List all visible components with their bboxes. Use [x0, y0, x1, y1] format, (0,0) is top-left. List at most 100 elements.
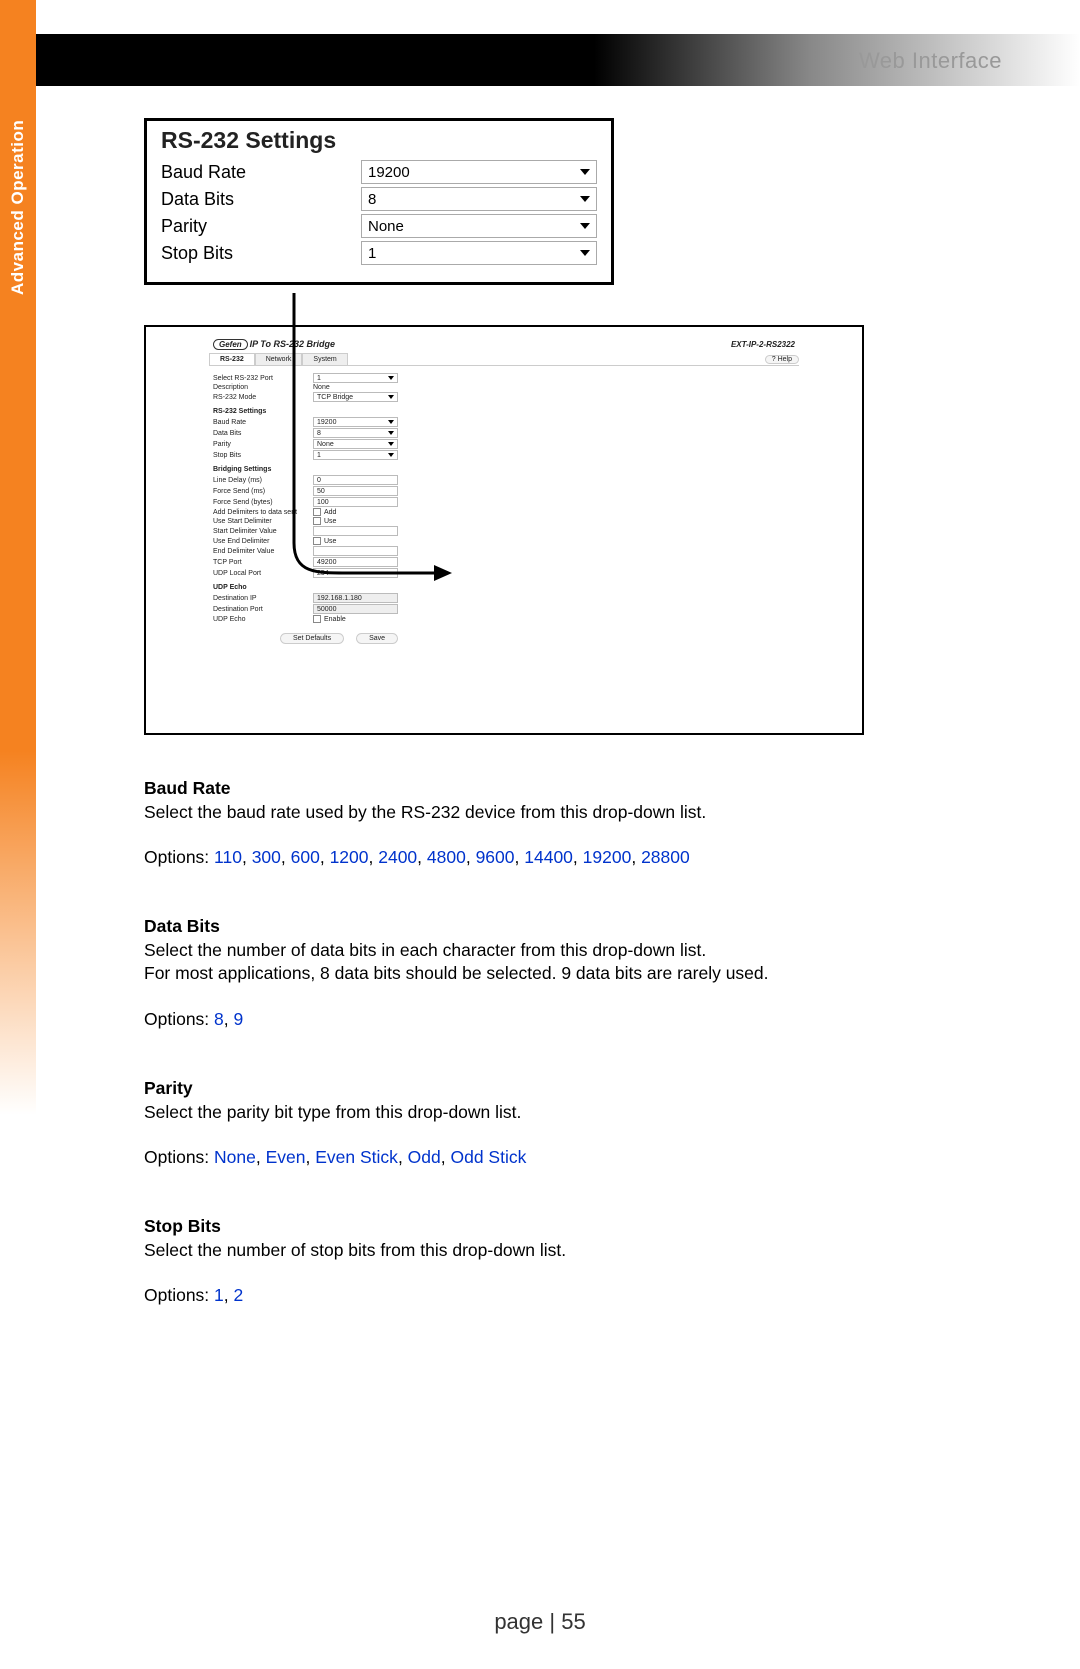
- detail-row-label: RS-232 Mode: [213, 394, 313, 401]
- detail-input[interactable]: 50: [313, 486, 398, 496]
- settings-row: Baud Rate19200: [161, 160, 597, 184]
- detail-dropdown[interactable]: TCP Bridge: [313, 392, 398, 402]
- detail-row: Data Bits8: [213, 428, 465, 438]
- detail-checkbox[interactable]: [313, 517, 321, 525]
- description-heading: Stop Bits: [144, 1215, 864, 1238]
- options-prefix: Options:: [144, 1147, 214, 1167]
- chevron-down-icon: [388, 420, 394, 424]
- detail-row-label: Destination Port: [213, 606, 313, 613]
- settings-row: ParityNone: [161, 214, 597, 238]
- detail-title: IP To RS-232 Bridge: [250, 339, 335, 349]
- description-block: Data BitsSelect the number of data bits …: [144, 915, 864, 1030]
- detail-row: Destination Port50000: [213, 604, 465, 614]
- description-options: Options: 1, 2: [144, 1284, 864, 1307]
- settings-dropdown[interactable]: 8: [361, 187, 597, 211]
- detail-checkbox[interactable]: [313, 508, 321, 516]
- option-separator: ,: [369, 847, 379, 867]
- settings-dropdown-value: 1: [368, 245, 376, 262]
- chevron-down-icon: [388, 453, 394, 457]
- detail-row: RS-232 ModeTCP Bridge: [213, 392, 465, 402]
- description-body: Select the parity bit type from this dro…: [144, 1101, 864, 1124]
- help-button[interactable]: ? Help: [765, 355, 799, 364]
- detail-input[interactable]: 100: [313, 497, 398, 507]
- option-value: 19200: [583, 847, 632, 867]
- detail-tab[interactable]: RS-232: [209, 353, 255, 365]
- option-separator: ,: [631, 847, 641, 867]
- detail-row: Force Send (bytes)100: [213, 497, 465, 507]
- option-separator: ,: [224, 1009, 234, 1029]
- description-heading: Data Bits: [144, 915, 864, 938]
- detail-row-label: Force Send (ms): [213, 488, 313, 495]
- option-value: Odd: [408, 1147, 441, 1167]
- content-area: RS-232 Settings Baud Rate19200Data Bits8…: [144, 118, 924, 1353]
- detail-model: EXT-IP-2-RS2322: [731, 340, 795, 349]
- settings-label: Data Bits: [161, 189, 361, 210]
- settings-dropdown[interactable]: None: [361, 214, 597, 238]
- chevron-down-icon: [580, 196, 590, 202]
- detail-row-label: Use Start Delimiter: [213, 518, 313, 525]
- chevron-down-icon: [580, 169, 590, 175]
- detail-row-label: Use End Delimiter: [213, 538, 313, 545]
- detail-button[interactable]: Set Defaults: [280, 633, 344, 644]
- chevron-down-icon: [388, 442, 394, 446]
- option-value: 1200: [330, 847, 369, 867]
- description-block: ParitySelect the parity bit type from th…: [144, 1077, 864, 1169]
- option-separator: ,: [398, 1147, 408, 1167]
- detail-row: DescriptionNone: [213, 384, 465, 391]
- option-separator: ,: [242, 847, 252, 867]
- page-header-title: Web Interface: [859, 48, 1002, 74]
- detail-input[interactable]: 0: [313, 475, 398, 485]
- detail-logo: Gefen: [213, 339, 248, 350]
- detail-checkbox-label: Use: [324, 518, 336, 525]
- detail-row: UDP EchoEnable: [213, 615, 465, 623]
- description-options: Options: None, Even, Even Stick, Odd, Od…: [144, 1146, 864, 1169]
- detail-udp-title: UDP Echo: [213, 584, 465, 591]
- detail-row: Stop Bits1: [213, 450, 465, 460]
- option-separator: ,: [417, 847, 427, 867]
- settings-label: Baud Rate: [161, 162, 361, 183]
- detail-screenshot-box: Gefen IP To RS-232 Bridge EXT-IP-2-RS232…: [144, 325, 864, 735]
- option-value: 4800: [427, 847, 466, 867]
- detail-checkbox[interactable]: [313, 615, 321, 623]
- detail-row-label: Parity: [213, 441, 313, 448]
- detail-checkbox-label: Add: [324, 509, 336, 516]
- detail-checkbox-label: Enable: [324, 616, 346, 623]
- detail-dropdown[interactable]: 1: [313, 373, 398, 383]
- description-block: Baud RateSelect the baud rate used by th…: [144, 777, 864, 869]
- option-value: 300: [252, 847, 281, 867]
- chevron-down-icon: [388, 376, 394, 380]
- detail-dropdown-value: 1: [317, 452, 321, 459]
- option-value: 2400: [378, 847, 417, 867]
- detail-row-label: Force Send (bytes): [213, 499, 313, 506]
- settings-dropdown-value: 8: [368, 191, 376, 208]
- detail-row-label: UDP Local Port: [213, 570, 313, 577]
- option-value: None: [214, 1147, 256, 1167]
- detail-input[interactable]: [313, 526, 398, 536]
- settings-dropdown-value: None: [368, 218, 404, 235]
- description-options: Options: 8, 9: [144, 1008, 864, 1031]
- page-footer: page | 55: [0, 1609, 1080, 1635]
- settings-dropdown[interactable]: 1: [361, 241, 597, 265]
- detail-tab[interactable]: Network: [255, 353, 303, 365]
- detail-dropdown[interactable]: None: [313, 439, 398, 449]
- detail-input[interactable]: 49200: [313, 557, 398, 567]
- detail-row-label: Description: [213, 384, 313, 391]
- options-prefix: Options:: [144, 1009, 214, 1029]
- detail-input[interactable]: 254: [313, 568, 398, 578]
- detail-tab[interactable]: System: [302, 353, 347, 365]
- option-separator: ,: [306, 1147, 316, 1167]
- detail-button[interactable]: Save: [356, 633, 398, 644]
- detail-dropdown[interactable]: 1: [313, 450, 398, 460]
- detail-row: Add Delimiters to data sentAdd: [213, 508, 465, 516]
- description-heading: Parity: [144, 1077, 864, 1100]
- detail-input[interactable]: [313, 546, 398, 556]
- detail-checkbox[interactable]: [313, 537, 321, 545]
- settings-dropdown[interactable]: 19200: [361, 160, 597, 184]
- rs232-settings-box: RS-232 Settings Baud Rate19200Data Bits8…: [144, 118, 614, 285]
- detail-dropdown[interactable]: 8: [313, 428, 398, 438]
- option-value: 110: [214, 847, 242, 867]
- detail-row-label: Select RS-232 Port: [213, 375, 313, 382]
- option-separator: ,: [281, 847, 291, 867]
- detail-bridging-title: Bridging Settings: [213, 466, 465, 473]
- detail-dropdown[interactable]: 19200: [313, 417, 398, 427]
